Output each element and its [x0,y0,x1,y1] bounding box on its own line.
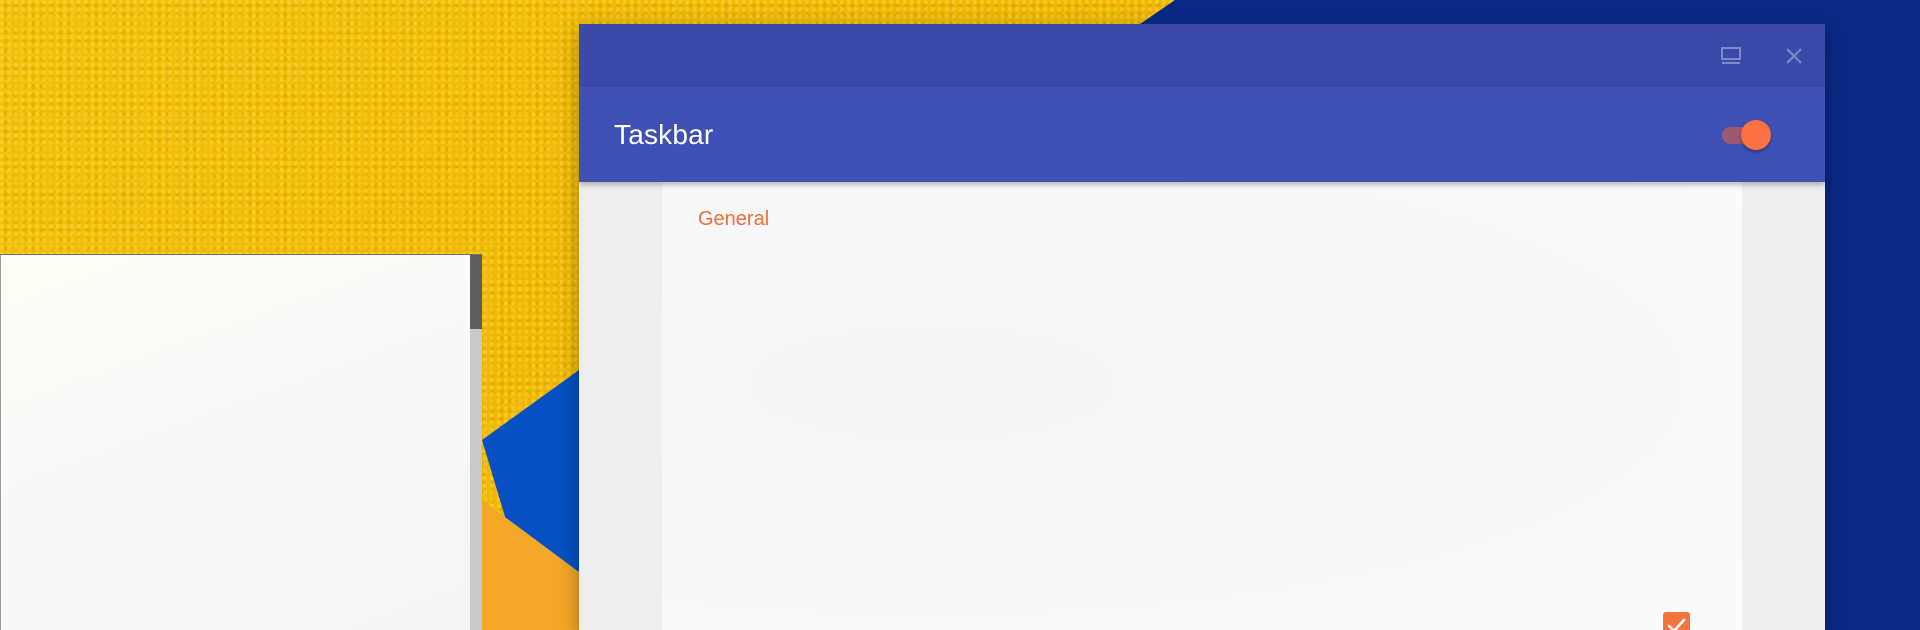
scrollbar-track[interactable] [470,255,482,630]
background-window [0,254,482,630]
switch-thumb [1741,120,1771,150]
master-toggle-switch[interactable] [1722,120,1774,150]
settings-content: General [579,182,1825,630]
setting-checkbox[interactable] [1663,612,1690,630]
settings-card: General [662,182,1742,630]
restore-button[interactable] [1716,41,1746,71]
settings-window: Taskbar General [579,24,1825,630]
check-icon [1667,618,1686,630]
window-titlebar[interactable] [579,24,1825,87]
app-bar: Taskbar [579,87,1825,182]
section-header-general: General [698,208,770,230]
restore-icon [1721,47,1741,64]
scrollbar-thumb[interactable] [470,255,482,329]
close-button[interactable] [1779,41,1809,71]
close-icon [1786,48,1802,64]
app-title: Taskbar [614,119,714,150]
